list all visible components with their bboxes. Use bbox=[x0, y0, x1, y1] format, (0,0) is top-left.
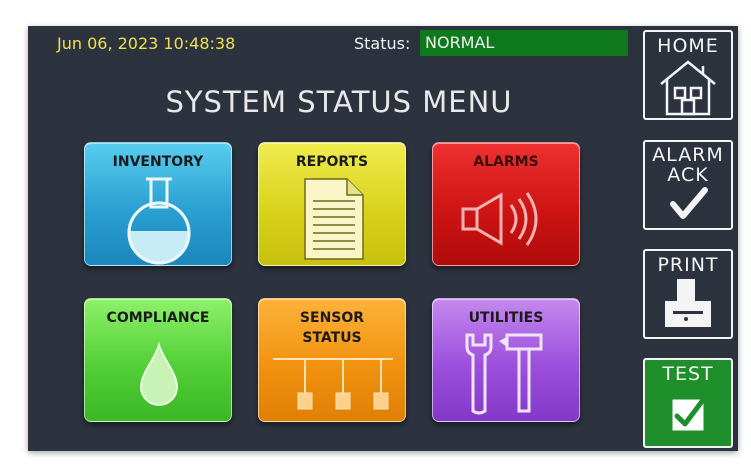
checkmark-icon bbox=[670, 187, 708, 219]
flask-icon bbox=[127, 177, 191, 265]
print-button[interactable]: PRINT bbox=[643, 249, 733, 339]
checkbox-icon bbox=[672, 397, 706, 431]
utilities-button[interactable]: UTILITIES bbox=[432, 298, 580, 422]
document-icon bbox=[304, 178, 364, 260]
house-icon bbox=[660, 60, 716, 116]
datetime-display: Jun 06, 2023 10:48:38 bbox=[57, 34, 236, 53]
compliance-button[interactable]: COMPLIANCE bbox=[84, 298, 232, 422]
sensor-status-button[interactable]: SENSOR STATUS bbox=[258, 298, 406, 422]
alarm-ack-button[interactable]: ALARM ACK bbox=[643, 140, 733, 230]
tools-icon bbox=[465, 333, 543, 415]
speaker-icon bbox=[461, 192, 538, 246]
home-button[interactable]: HOME bbox=[643, 30, 733, 120]
sensor-network-icon bbox=[273, 358, 393, 410]
status-label: Status: bbox=[354, 34, 411, 53]
alarms-button[interactable]: ALARMS bbox=[432, 142, 580, 266]
page-title: SYSTEM STATUS MENU bbox=[165, 85, 513, 119]
droplet-icon bbox=[139, 341, 179, 406]
reports-button[interactable]: REPORTS bbox=[258, 142, 406, 266]
test-button[interactable]: TEST bbox=[643, 358, 733, 448]
printer-icon bbox=[665, 279, 711, 327]
inventory-button[interactable]: INVENTORY bbox=[84, 142, 232, 266]
status-badge: NORMAL bbox=[420, 30, 628, 56]
